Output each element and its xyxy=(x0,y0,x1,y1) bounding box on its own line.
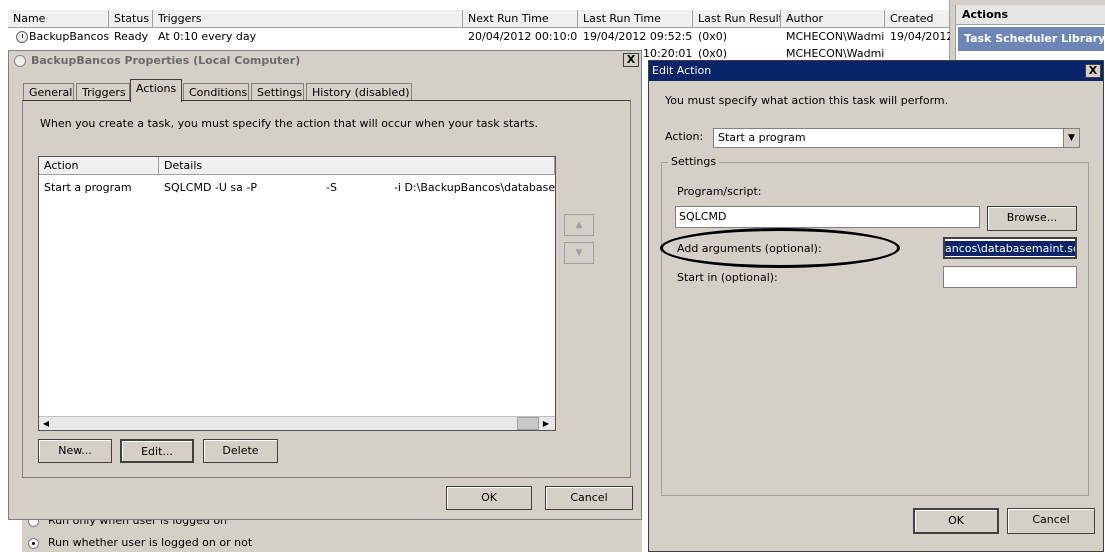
delete-button[interactable]: Delete xyxy=(203,439,278,463)
chevron-down-icon[interactable]: ▼ xyxy=(1063,129,1079,147)
scroll-right-icon[interactable]: ▶ xyxy=(539,417,553,430)
column-header-next-run[interactable]: Next Run Time xyxy=(463,10,578,28)
edit-action-dialog: Edit Action X You must specify what acti… xyxy=(648,60,1104,552)
tab-actions[interactable]: Actions xyxy=(130,79,182,102)
column-header-last-result[interactable]: Last Run Result xyxy=(693,10,781,28)
column-header-name[interactable]: Name xyxy=(8,10,109,28)
properties-close-button[interactable]: X xyxy=(623,53,639,67)
task-list-header: Name Status Triggers Next Run Time Last … xyxy=(8,10,950,28)
details-column-header[interactable]: Details xyxy=(159,157,555,175)
actions-pane-header: Actions xyxy=(956,5,1105,25)
action-type-cell: Start a program xyxy=(44,181,132,194)
edit-button[interactable]: Edit... xyxy=(120,439,194,463)
properties-ok-button[interactable]: OK xyxy=(446,486,532,510)
action-label: Action: xyxy=(665,130,704,143)
column-header-created[interactable]: Created xyxy=(885,10,950,28)
arguments-label: Add arguments (optional): xyxy=(677,242,822,255)
redacted-password xyxy=(260,182,323,194)
edit-intro-text: You must specify what action this task w… xyxy=(665,94,949,107)
action-row[interactable]: Start a program SQLCMD -U sa -P -S -i D:… xyxy=(39,177,555,195)
action-table: Action Details Start a program SQLCMD -U… xyxy=(38,156,556,431)
move-up-button[interactable]: ▲ xyxy=(564,214,594,236)
task-author: MCHECON\Wadmin xyxy=(786,30,885,43)
column-header-author[interactable]: Author xyxy=(781,10,885,28)
horizontal-scrollbar[interactable]: ◀ ▶ xyxy=(39,416,555,430)
column-header-triggers[interactable]: Triggers xyxy=(153,10,463,28)
properties-title: BackupBancos Properties (Local Computer) xyxy=(31,54,301,67)
task-status: Ready xyxy=(114,30,149,43)
task-created: 19/04/2012 xyxy=(890,30,950,43)
scroll-thumb[interactable] xyxy=(517,417,539,430)
clock-icon xyxy=(14,55,26,67)
actions-intro-text: When you create a task, you must specify… xyxy=(40,117,538,130)
action-details-cell: SQLCMD -U sa -P -S -i D:\BackupBancos\da… xyxy=(159,179,555,197)
details-mid: -S xyxy=(326,181,337,194)
start-in-label: Start in (optional): xyxy=(677,271,778,284)
column-header-last-run[interactable]: Last Run Time xyxy=(578,10,693,28)
program-label: Program/script: xyxy=(677,185,762,198)
task-last-run: 19/04/2012 09:52:52 xyxy=(583,30,693,43)
task-row-backupbancos[interactable]: BackupBancos Ready At 0:10 every day 20/… xyxy=(8,28,950,46)
task-last-result: (0x0) xyxy=(698,30,728,43)
arguments-input[interactable]: ancos\databasemaint.sql xyxy=(943,237,1077,259)
scroll-left-icon[interactable]: ◀ xyxy=(39,417,53,430)
arguments-value: ancos\databasemaint.sql xyxy=(945,241,1075,256)
edit-action-title-bar: Edit Action xyxy=(649,61,1103,81)
action-select[interactable]: Start a program ▼ xyxy=(713,128,1080,148)
edit-action-title: Edit Action xyxy=(652,64,712,77)
start-in-input[interactable] xyxy=(943,266,1077,288)
task-name: BackupBancos xyxy=(29,30,109,43)
properties-window: BackupBancos Properties (Local Computer)… xyxy=(8,50,642,520)
edit-ok-button[interactable]: OK xyxy=(913,508,999,534)
settings-group-label: Settings xyxy=(668,155,720,168)
properties-title-bar: BackupBancos Properties (Local Computer) xyxy=(9,51,641,71)
browse-button[interactable]: Browse... xyxy=(987,206,1077,231)
task-scheduler-library-item[interactable]: Task Scheduler Library xyxy=(958,27,1104,51)
column-header-status[interactable]: Status xyxy=(109,10,153,28)
edit-close-button[interactable]: X xyxy=(1085,64,1101,78)
run-whether-label: Run whether user is logged on or not xyxy=(48,536,253,549)
properties-cancel-button[interactable]: Cancel xyxy=(545,486,633,510)
action-column-header[interactable]: Action xyxy=(39,157,159,175)
move-down-button[interactable]: ▼ xyxy=(564,242,594,264)
redacted-server xyxy=(340,182,391,194)
task-triggers: At 0:10 every day xyxy=(158,30,257,43)
radio-run-whether[interactable] xyxy=(28,538,39,549)
action-select-value: Start a program xyxy=(718,131,806,144)
new-button[interactable]: New... xyxy=(38,439,112,463)
radio-dot xyxy=(32,542,35,545)
details-suffix: -i D:\BackupBancos\database xyxy=(393,181,555,194)
edit-cancel-button[interactable]: Cancel xyxy=(1007,508,1095,534)
details-prefix: SQLCMD -U sa -P xyxy=(164,181,257,194)
task-next-run: 20/04/2012 00:10:00 xyxy=(468,30,578,43)
program-input[interactable]: SQLCMD xyxy=(675,206,980,228)
